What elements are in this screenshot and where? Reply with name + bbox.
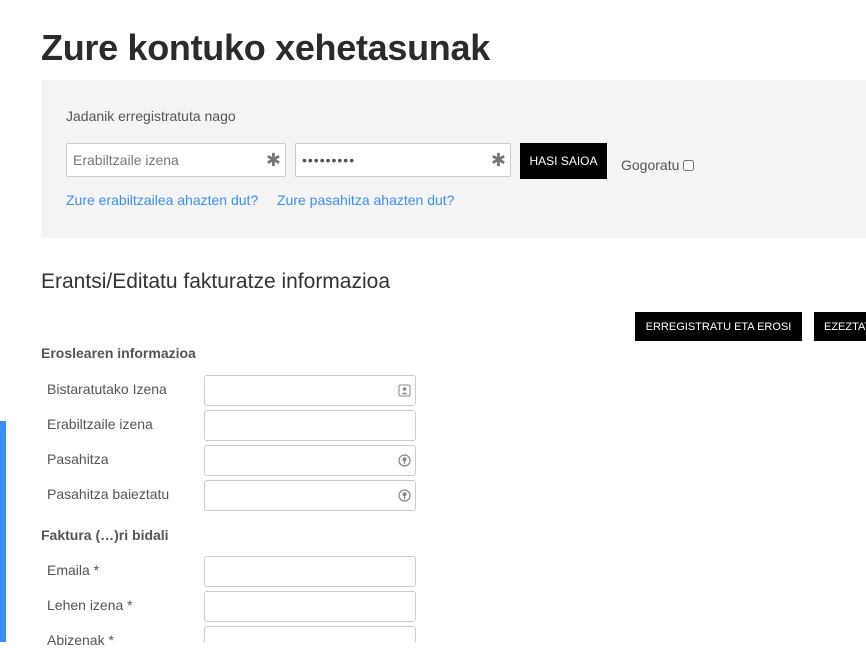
username-field[interactable]: ✱ bbox=[66, 143, 286, 177]
buyer-username-field[interactable] bbox=[204, 410, 416, 441]
email-input[interactable] bbox=[205, 557, 415, 586]
username-label: Erabiltzaile izena bbox=[47, 416, 153, 432]
buyer-password-field[interactable] bbox=[204, 445, 416, 476]
cancel-button[interactable]: EZEZTATU bbox=[814, 312, 866, 341]
login-panel: Jadanik erregistratuta nago ✱ ✱ HASI SAI… bbox=[41, 80, 866, 238]
forgot-username-link[interactable]: Zure erabiltzailea ahazten dut? bbox=[66, 192, 258, 208]
confirm-password-field[interactable] bbox=[204, 480, 416, 511]
first-name-input[interactable] bbox=[205, 592, 415, 621]
remember-me[interactable]: Gogoratu bbox=[621, 157, 695, 173]
display-name-field[interactable] bbox=[204, 375, 416, 406]
confirm-password-input[interactable] bbox=[205, 481, 415, 510]
key-icon bbox=[398, 489, 411, 502]
login-heading: Jadanik erregistratuta nago bbox=[66, 108, 236, 124]
email-label: Emaila * bbox=[47, 562, 100, 578]
confirm-password-label: Pasahitza baieztatu bbox=[47, 486, 170, 502]
forgot-password-link[interactable]: Zure pasahitza ahazten dut? bbox=[277, 192, 454, 208]
billing-section-title: Erantsi/Editatu fakturatze informazioa bbox=[41, 270, 391, 293]
remember-checkbox[interactable] bbox=[683, 159, 695, 171]
buyer-password-input[interactable] bbox=[205, 446, 415, 475]
last-name-input[interactable] bbox=[205, 628, 415, 643]
password-field[interactable]: ✱ bbox=[295, 143, 511, 177]
buyer-info-heading: Eroslearen informazioa bbox=[41, 345, 196, 361]
left-edge-accent-bar bbox=[0, 421, 6, 642]
first-name-label: Lehen izena * bbox=[47, 597, 133, 613]
page-title: Zure kontuko xehetasunak bbox=[41, 27, 490, 68]
password-label: Pasahitza bbox=[47, 451, 109, 467]
last-name-label: Abizenak * bbox=[47, 632, 114, 648]
contact-card-icon bbox=[398, 384, 411, 397]
register-and-buy-button[interactable]: ERREGISTRATU ETA EROSI bbox=[635, 312, 802, 341]
required-asterisk-icon: ✱ bbox=[265, 150, 281, 170]
display-name-label: Bistaratutako Izena bbox=[47, 381, 167, 397]
display-name-input[interactable] bbox=[205, 376, 415, 405]
email-field[interactable] bbox=[204, 556, 416, 587]
send-invoice-heading: Faktura (…)ri bidali bbox=[41, 527, 169, 543]
required-asterisk-icon: ✱ bbox=[490, 150, 506, 170]
login-button[interactable]: HASI SAIOA bbox=[520, 143, 607, 179]
first-name-field[interactable] bbox=[204, 591, 416, 622]
remember-label: Gogoratu bbox=[621, 157, 680, 173]
buyer-username-input[interactable] bbox=[205, 411, 415, 440]
username-input[interactable] bbox=[67, 144, 285, 176]
key-icon bbox=[398, 454, 411, 467]
password-input[interactable] bbox=[296, 144, 510, 176]
last-name-field[interactable] bbox=[204, 626, 416, 643]
